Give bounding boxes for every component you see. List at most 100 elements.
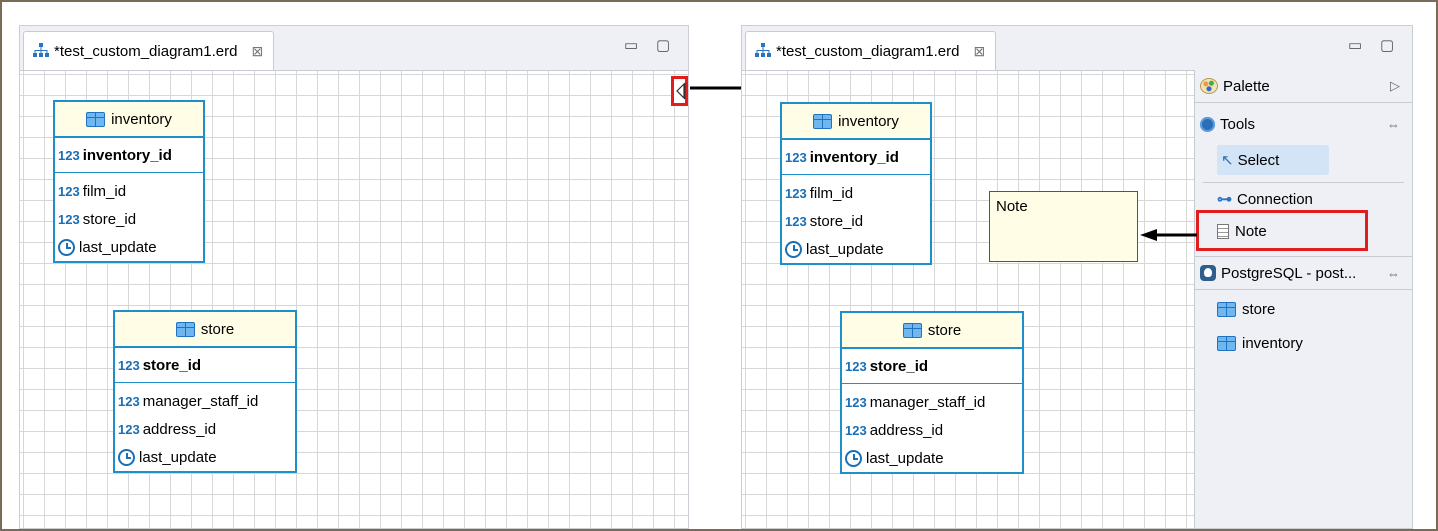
palette-panel: Palette ▷ Tools ⇔ ↖ Select ⊶ Connection … (1194, 70, 1412, 528)
attribute-row[interactable]: last_update (842, 444, 1022, 472)
numeric-type-icon: 123 (118, 421, 140, 437)
editor-tab[interactable]: *test_custom_diagram1.erd ⊠ (745, 31, 997, 70)
attribute-row[interactable]: 123 manager_staff_id (842, 388, 1022, 416)
attribute-row[interactable]: 123 manager_staff_id (115, 387, 295, 415)
entity-header: store (842, 313, 1022, 349)
entity-name: store (927, 321, 962, 339)
attribute-row[interactable]: 123 store_id (782, 207, 930, 235)
postgresql-icon (1200, 265, 1216, 281)
numeric-type-icon: 123 (118, 357, 140, 373)
numeric-type-icon: 123 (785, 213, 807, 229)
editor-panel-after: *test_custom_diagram1.erd ⊠ ▭ ▢ inventor… (741, 25, 1413, 529)
note-tool-highlight (1196, 210, 1368, 251)
primary-key-row[interactable]: 123 inventory_id (55, 138, 203, 173)
attribute-name: last_update (806, 240, 884, 258)
primary-key-name: store_id (869, 357, 929, 375)
numeric-type-icon: 123 (58, 147, 80, 163)
entity-name: inventory (838, 112, 899, 130)
palette-divider (1203, 182, 1404, 183)
editor-panel-before: *test_custom_diagram1.erd ⊠ ▭ ▢ inventor… (19, 25, 689, 529)
attribute-row[interactable]: 123 address_id (842, 416, 1022, 444)
diagram-note[interactable]: Note (989, 191, 1138, 262)
clock-icon (785, 240, 802, 258)
entity-header: inventory (782, 104, 930, 140)
attribute-name: film_id (82, 182, 127, 200)
primary-key-row[interactable]: 123 store_id (842, 349, 1022, 384)
primary-key-row[interactable]: 123 store_id (115, 348, 295, 383)
palette-header[interactable]: Palette ▷ (1195, 70, 1412, 103)
palette-section-database[interactable]: PostgreSQL - post... ⇔ (1195, 256, 1412, 290)
attribute-name: manager_staff_id (869, 393, 986, 411)
tool-label: Connection (1237, 190, 1313, 208)
maximize-icon[interactable]: ▢ (1380, 36, 1394, 54)
table-icon (902, 322, 922, 338)
palette-table-inventory[interactable]: inventory (1195, 328, 1412, 358)
diagram-canvas[interactable]: inventory 123 inventory_id 123 film_id 1… (742, 70, 1195, 528)
editor-tabbar: *test_custom_diagram1.erd ⊠ ▭ ▢ (742, 26, 1412, 70)
primary-key-name: inventory_id (809, 148, 899, 166)
clock-icon (58, 238, 75, 256)
attribute-row[interactable]: 123 store_id (55, 205, 203, 233)
entity-inventory[interactable]: inventory 123 inventory_id 123 film_id 1… (53, 100, 205, 263)
section-toggle-icon[interactable]: ⇔ (1387, 266, 1400, 281)
attribute-name: last_update (866, 449, 944, 467)
show-palette-button[interactable] (671, 76, 688, 106)
select-tool[interactable]: ↖ Select (1217, 145, 1329, 175)
primary-key-name: store_id (142, 356, 202, 374)
numeric-type-icon: 123 (845, 358, 867, 374)
attribute-name: manager_staff_id (142, 392, 259, 410)
entity-name: store (200, 320, 235, 338)
entity-store[interactable]: store 123 store_id 123 manager_staff_id … (840, 311, 1024, 474)
attribute-name: film_id (809, 184, 854, 202)
minimize-icon[interactable]: ▭ (624, 36, 638, 54)
close-icon[interactable]: ⊠ (251, 43, 263, 60)
attribute-row[interactable]: 123 address_id (115, 415, 295, 443)
tab-title: *test_custom_diagram1.erd (776, 42, 960, 60)
close-icon[interactable]: ⊠ (973, 43, 985, 60)
minimize-icon[interactable]: ▭ (1348, 36, 1362, 54)
palette-title: Palette (1223, 77, 1270, 95)
table-icon (1217, 301, 1236, 317)
editor-tab[interactable]: *test_custom_diagram1.erd ⊠ (23, 31, 275, 70)
attribute-row[interactable]: last_update (115, 443, 295, 471)
attribute-name: store_id (809, 212, 864, 230)
entity-header: store (115, 312, 295, 348)
attribute-row[interactable]: 123 film_id (782, 179, 930, 207)
table-icon (86, 111, 106, 127)
tab-title: *test_custom_diagram1.erd (54, 42, 238, 60)
table-icon (813, 113, 833, 129)
attribute-name: address_id (869, 421, 944, 439)
entity-store[interactable]: store 123 store_id 123 manager_staff_id … (113, 310, 297, 473)
erd-diagram-icon (755, 43, 771, 57)
numeric-type-icon: 123 (845, 394, 867, 410)
expand-palette-icon (676, 82, 686, 100)
entity-inventory[interactable]: inventory 123 inventory_id 123 film_id 1… (780, 102, 932, 265)
attribute-row[interactable]: 123 film_id (55, 177, 203, 205)
primary-key-row[interactable]: 123 inventory_id (782, 140, 930, 175)
palette-table-store[interactable]: store (1195, 294, 1412, 324)
numeric-type-icon: 123 (845, 422, 867, 438)
editor-tabbar: *test_custom_diagram1.erd ⊠ ▭ ▢ (20, 26, 688, 70)
numeric-type-icon: 123 (58, 211, 80, 227)
attribute-row[interactable]: last_update (55, 233, 203, 261)
palette-section-tools[interactable]: Tools ⇔ (1195, 108, 1412, 140)
numeric-type-icon: 123 (785, 149, 807, 165)
attribute-row[interactable]: last_update (782, 235, 930, 263)
attribute-name: store_id (82, 210, 137, 228)
numeric-type-icon: 123 (785, 185, 807, 201)
entity-name: inventory (111, 110, 172, 128)
section-toggle-icon[interactable]: ⇔ (1387, 117, 1400, 132)
table-label: store (1242, 300, 1276, 318)
erd-diagram-icon (33, 43, 49, 57)
numeric-type-icon: 123 (58, 183, 80, 199)
maximize-icon[interactable]: ▢ (656, 36, 670, 54)
clock-icon (118, 448, 135, 466)
primary-key-name: inventory_id (82, 146, 172, 164)
tool-label: Select (1237, 151, 1280, 169)
collapse-palette-icon[interactable]: ▷ (1390, 78, 1400, 94)
note-text: Note (996, 198, 1028, 215)
attribute-name: last_update (139, 448, 217, 466)
attribute-name: last_update (79, 238, 157, 256)
diagram-canvas[interactable]: inventory 123 inventory_id 123 film_id 1… (20, 70, 688, 528)
table-icon (175, 321, 195, 337)
